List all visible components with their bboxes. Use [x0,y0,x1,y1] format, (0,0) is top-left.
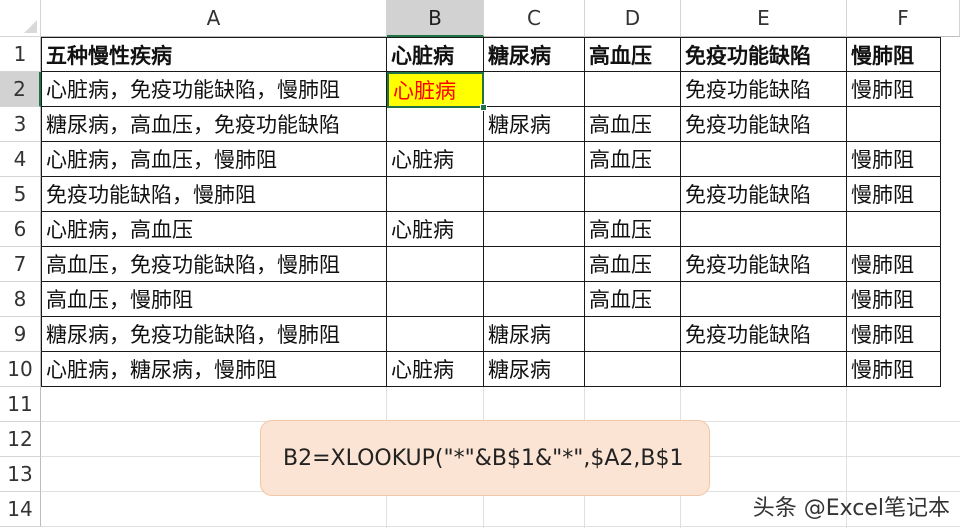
row-header-1[interactable]: 1 [0,37,41,72]
table-cell[interactable]: 慢肺阻 [847,177,941,212]
select-all-corner[interactable] [0,0,41,37]
row-header-2[interactable]: 2 [0,72,41,107]
table-cell[interactable]: 高血压，慢肺阻 [41,282,387,317]
table-cell[interactable]: 心脏病 [387,212,484,247]
table-cell[interactable] [585,177,681,212]
table-cell[interactable] [484,212,585,247]
header-cell-f[interactable]: 慢肺阻 [847,37,941,72]
table-cell[interactable] [387,282,484,317]
table-cell[interactable]: 免疫功能缺陷 [681,247,847,282]
table-cell[interactable] [681,352,847,387]
table-cell[interactable]: 慢肺阻 [847,142,941,177]
select-all-triangle-icon [24,20,37,33]
row-header-12[interactable]: 12 [0,422,41,457]
table-cell[interactable] [585,72,681,107]
table-cell[interactable] [681,212,847,247]
watermark: 头条 @Excel笔记本 [752,496,950,521]
column-header-b[interactable]: B [387,0,484,37]
row-header-4[interactable]: 4 [0,142,41,177]
table-cell[interactable]: 心脏病 [387,142,484,177]
row-header-11[interactable]: 11 [0,387,41,422]
table-cell[interactable]: 高血压 [585,107,681,142]
row-header-13[interactable]: 13 [0,457,41,492]
table-cell[interactable]: 慢肺阻 [847,247,941,282]
table-cell[interactable]: 免疫功能缺陷 [681,317,847,352]
table-cell[interactable]: 慢肺阻 [847,282,941,317]
row-header-8[interactable]: 8 [0,282,41,317]
table-cell[interactable]: 糖尿病 [484,352,585,387]
table-cell[interactable] [585,317,681,352]
table-cell[interactable] [847,107,941,142]
column-header-e[interactable]: E [681,0,847,37]
table-cell[interactable]: 糖尿病 [484,107,585,142]
table-cell[interactable]: 慢肺阻 [847,317,941,352]
fill-handle[interactable] [480,104,487,111]
row-header-14[interactable]: 14 [0,492,41,527]
row-header-7[interactable]: 7 [0,247,41,282]
active-cell-b2[interactable]: 心脏病 [387,72,484,108]
table-cell[interactable]: 免疫功能缺陷，慢肺阻 [41,177,387,212]
table-cell[interactable] [484,72,585,107]
header-cell-d[interactable]: 高血压 [585,37,681,72]
table-cell[interactable]: 心脏病，糖尿病，慢肺阻 [41,352,387,387]
table-cell[interactable] [484,282,585,317]
table-cell[interactable] [585,352,681,387]
row-header-10[interactable]: 10 [0,352,41,387]
table-cell[interactable]: 慢肺阻 [847,72,941,107]
table-cell[interactable] [387,247,484,282]
table-cell[interactable]: 高血压 [585,142,681,177]
formula-note: B2=XLOOKUP("*"&B$1&"*",$A2,B$1 [260,420,710,496]
table-cell[interactable] [387,317,484,352]
column-header-f[interactable]: F [847,0,960,37]
table-cell[interactable] [681,142,847,177]
row-header-5[interactable]: 5 [0,177,41,212]
table-cell[interactable]: 糖尿病，免疫功能缺陷，慢肺阻 [41,317,387,352]
table-cell[interactable]: 心脏病 [387,352,484,387]
table-cell[interactable] [484,142,585,177]
table-cell[interactable]: 慢肺阻 [847,352,941,387]
table-cell[interactable]: 免疫功能缺陷 [681,177,847,212]
table-cell[interactable]: 心脏病，高血压 [41,212,387,247]
header-cell-c[interactable]: 糖尿病 [484,37,585,72]
table-cell[interactable]: 免疫功能缺陷 [681,107,847,142]
row-header-6[interactable]: 6 [0,212,41,247]
gridline [41,526,960,527]
table-cell[interactable]: 免疫功能缺陷 [681,72,847,107]
table-cell[interactable]: 心脏病，高血压，慢肺阻 [41,142,387,177]
table-cell[interactable] [847,212,941,247]
column-header-c[interactable]: C [484,0,585,37]
table-cell[interactable] [681,282,847,317]
table-cell[interactable] [387,107,484,142]
table-cell[interactable] [484,247,585,282]
column-header-d[interactable]: D [585,0,681,37]
header-cell-e[interactable]: 免疫功能缺陷 [681,37,847,72]
formula-note-text: B2=XLOOKUP("*"&B$1&"*",$A2,B$1 [283,445,684,471]
row-header-3[interactable]: 3 [0,107,41,142]
table-cell[interactable]: 糖尿病 [484,317,585,352]
table-cell[interactable]: 高血压，免疫功能缺陷，慢肺阻 [41,247,387,282]
header-cell-a[interactable]: 五种慢性疾病 [41,37,387,72]
header-cell-b[interactable]: 心脏病 [387,37,484,72]
column-header-a[interactable]: A [41,0,387,37]
row-header-9[interactable]: 9 [0,317,41,352]
table-cell[interactable] [484,177,585,212]
table-cell[interactable]: 高血压 [585,282,681,317]
table-cell[interactable] [387,177,484,212]
table-cell[interactable]: 心脏病，免疫功能缺陷，慢肺阻 [41,72,387,107]
table-cell[interactable]: 糖尿病，高血压，免疫功能缺陷 [41,107,387,142]
table-cell[interactable]: 高血压 [585,247,681,282]
table-cell[interactable]: 高血压 [585,212,681,247]
